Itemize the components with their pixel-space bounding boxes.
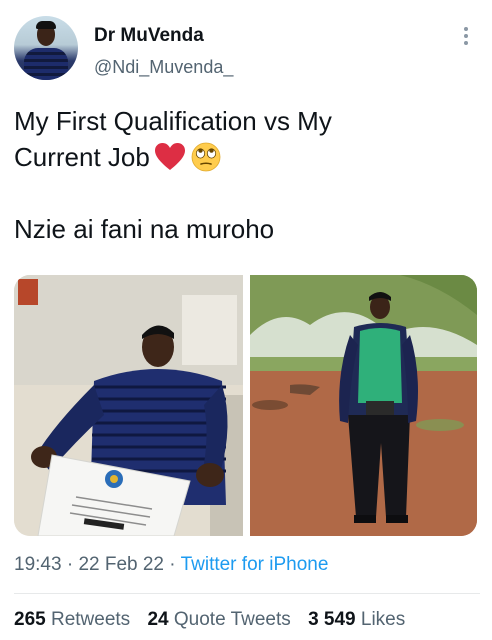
retweets-stat[interactable]: 265 Retweets	[14, 609, 130, 630]
tweet-source-link[interactable]: Twitter for iPhone	[181, 554, 329, 575]
likes-label: Likes	[360, 609, 406, 630]
tweet-text-line-2: Current Job	[14, 139, 474, 175]
more-options-icon[interactable]	[460, 27, 472, 49]
tweet-meta: 19:43 · 22 Feb 22 · Twitter for iPhone	[14, 554, 328, 576]
meta-separator-2: ·	[169, 554, 176, 575]
red-heart-icon	[154, 143, 185, 170]
quote-tweets-count: 24	[147, 609, 169, 630]
quote-tweets-label: Quote Tweets	[173, 609, 291, 630]
likes-stat[interactable]: 3 549 Likes	[308, 609, 405, 630]
tweet-text-line-2-text: Current Job	[14, 142, 150, 172]
tweet-stats: 265 Retweets 24 Quote Tweets 3 549 Likes	[14, 609, 417, 631]
quote-tweets-stat[interactable]: 24 Quote Tweets	[147, 609, 290, 630]
tweet-text-line-3: Nzie ai fani na muroho	[14, 214, 275, 244]
author-display-name[interactable]: Dr MuVenda	[94, 25, 204, 47]
graduate-photo-illustration	[14, 275, 243, 536]
tweet-text-line-1: My First Qualification vs My	[14, 106, 332, 136]
avatar-hair-shape	[36, 21, 56, 29]
photo-graduate-with-certificate[interactable]	[14, 275, 243, 536]
divider	[14, 593, 480, 594]
avatar[interactable]	[14, 16, 78, 80]
tweet-text: My First Qualification vs My Current Job…	[14, 103, 474, 247]
tweet-media-grid	[14, 275, 477, 536]
author-handle[interactable]: @Ndi_Muvenda_	[94, 57, 233, 78]
photo-worker-in-green-vest[interactable]	[250, 275, 477, 536]
tweet-time[interactable]: 19:43	[14, 554, 62, 575]
retweets-label: Retweets	[50, 609, 131, 630]
tweet-header: Dr MuVenda @Ndi_Muvenda_	[14, 16, 480, 84]
avatar-body-shape	[24, 48, 68, 80]
meta-separator-1: ·	[66, 554, 74, 575]
likes-count: 3 549	[308, 609, 356, 630]
tweet-date[interactable]: 22 Feb 22	[78, 554, 164, 575]
rolling-eyes-face-icon	[191, 142, 221, 172]
retweets-count: 265	[14, 609, 46, 630]
worker-photo-illustration	[250, 275, 477, 536]
